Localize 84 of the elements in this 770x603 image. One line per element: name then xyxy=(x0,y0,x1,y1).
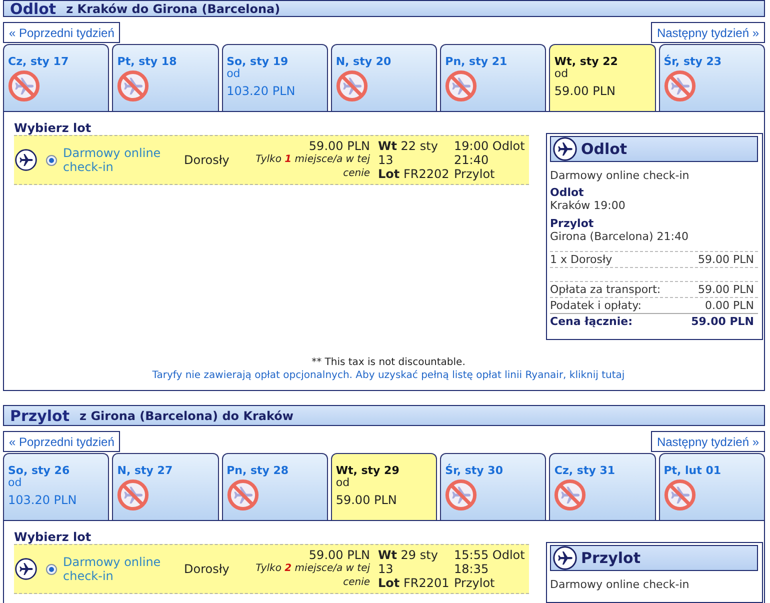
charge-label: Opłata za transport: xyxy=(550,283,661,297)
flight-row[interactable]: Darmowy online check-in Dorosły 59.00 PLN Tylko 2 miejsce/a w tej cenie Wt 29 sty 13 15:55 Odlot 18:35 Lot FR2201 Przylot xyxy=(14,544,529,594)
price-prefix: od xyxy=(8,477,22,489)
summary-fare: Darmowy online check-in xyxy=(550,169,690,183)
leg-value: Kraków 19:00 xyxy=(550,199,626,212)
no-flights-icon xyxy=(117,70,150,102)
arrival-time: 18:35 xyxy=(454,562,489,576)
next-week-button[interactable]: Następny tydzień » xyxy=(650,22,765,43)
seats-note: Tylko 1 miejsce/a w tej cenie xyxy=(254,153,370,181)
day-price: 103.20 PLN xyxy=(226,83,296,99)
passenger-type: Dorosły xyxy=(184,153,230,167)
price-prefix: od xyxy=(336,477,350,489)
flight-price: 59.00 PLN xyxy=(308,548,370,562)
flight-number: Lot FR2201 xyxy=(378,576,450,590)
arrival-time: 21:40 xyxy=(454,153,489,167)
day-tab[interactable]: Pn, sty 28 xyxy=(222,453,328,520)
leg-label: Odlot xyxy=(550,186,585,199)
plane-icon xyxy=(15,558,37,580)
no-flights-icon xyxy=(445,70,478,102)
day-tab[interactable]: So, sty 19 od 103.20 PLN xyxy=(222,44,328,111)
leg-label: Przylot xyxy=(550,217,595,230)
plane-icon xyxy=(15,149,37,171)
charge-label: Podatek i opłaty: xyxy=(550,299,642,313)
day-price: 103.20 PLN xyxy=(8,492,77,508)
summary-title: Przylot xyxy=(581,551,641,565)
no-flights-icon xyxy=(336,70,368,102)
day-price: 59.00 PLN xyxy=(554,83,616,99)
flight-row[interactable]: Darmowy online check-in Dorosły 59.00 PLN Tylko 1 miejsce/a w tej cenie Wt 22 sty 13 19:00 Odlot 21:40 Lot FR2202 Przylot xyxy=(14,135,529,185)
no-flights-icon xyxy=(445,479,478,511)
arrival-label: Przylot xyxy=(454,167,495,181)
day-tab[interactable]: Śr, sty 30 xyxy=(440,453,546,520)
seats-note: Tylko 2 miejsce/a w tej cenie xyxy=(254,562,370,590)
summary-fare: Darmowy online check-in xyxy=(550,578,690,592)
day-price: 59.00 PLN xyxy=(336,492,397,508)
fare-radio[interactable] xyxy=(46,154,57,166)
day-tab[interactable]: Pt, lut 01 xyxy=(658,453,765,520)
section-title: Odlot xyxy=(10,0,56,16)
no-flights-icon xyxy=(226,479,259,511)
day-tab[interactable]: N, sty 27 xyxy=(112,453,219,520)
passenger-amount: 59.00 PLN xyxy=(698,253,754,267)
fare-link[interactable]: Darmowy online check-in xyxy=(63,555,184,583)
departure-time: 15:55 Odlot xyxy=(454,548,525,562)
arrival-label: Przylot xyxy=(454,576,495,590)
flight-number: Lot FR2202 xyxy=(378,167,450,181)
no-flights-icon xyxy=(117,479,150,511)
section-title: Przylot xyxy=(10,408,70,424)
flight-date: Wt 22 sty 13 xyxy=(378,139,439,167)
passenger-count: 1 x Dorosły xyxy=(550,253,612,267)
price-prefix: od xyxy=(554,68,568,80)
flight-date: Wt 29 sty 13 xyxy=(378,548,439,576)
no-flights-icon xyxy=(664,479,696,511)
previous-week-button[interactable]: « Poprzedni tydzień xyxy=(3,431,120,452)
flight-price: 59.00 PLN xyxy=(308,139,370,153)
leg-value: Girona (Barcelona) 21:40 xyxy=(550,230,690,243)
fare-link[interactable]: Darmowy online check-in xyxy=(63,146,184,174)
previous-week-button[interactable]: « Poprzedni tydzień xyxy=(3,22,120,43)
route-text: z Kraków do Girona (Barcelona) xyxy=(66,2,280,16)
price-prefix: od xyxy=(226,68,240,80)
choose-flight-heading: Wybierz lot xyxy=(14,530,92,544)
route-text: z Girona (Barcelona) do Kraków xyxy=(80,408,294,422)
fees-link[interactable]: Taryfy nie zawierają opłat opcjonalnych. Aby uzyskać pełną listę opłat linii Ryanair, kliknij tutaj xyxy=(152,369,625,382)
day-tab[interactable]: Pt, sty 18 xyxy=(112,44,219,111)
fare-radio[interactable] xyxy=(46,564,57,574)
day-tab[interactable]: So, sty 26 od 103.20 PLN xyxy=(3,453,110,520)
choose-flight-heading: Wybierz lot xyxy=(14,121,92,135)
day-tab[interactable]: Pn, sty 21 xyxy=(440,44,546,111)
no-flights-icon xyxy=(8,70,40,102)
day-tab[interactable]: Cz, sty 31 xyxy=(549,453,656,520)
passenger-type: Dorosły xyxy=(184,562,230,576)
departure-time: 19:00 Odlot xyxy=(454,139,525,153)
total-amount: 59.00 PLN xyxy=(691,315,754,329)
tax-note: ** This tax is not discountable. xyxy=(312,356,466,369)
day-tab[interactable]: Cz, sty 17 xyxy=(3,44,110,111)
charge-amount: 59.00 PLN xyxy=(698,283,754,297)
no-flights-icon xyxy=(554,479,586,511)
day-tab[interactable]: N, sty 20 xyxy=(330,44,438,111)
next-week-button[interactable]: Następny tydzień » xyxy=(650,431,765,452)
day-tab[interactable]: Wt, sty 29 od 59.00 PLN xyxy=(330,453,438,520)
summary-title: Odlot xyxy=(581,142,628,156)
total-label: Cena łącznie: xyxy=(550,315,633,329)
day-tab[interactable]: Śr, sty 23 xyxy=(658,44,765,111)
charge-amount: 0.00 PLN xyxy=(705,299,754,313)
no-flights-icon xyxy=(664,70,696,102)
day-tab[interactable]: Wt, sty 22 od 59.00 PLN xyxy=(549,44,656,111)
